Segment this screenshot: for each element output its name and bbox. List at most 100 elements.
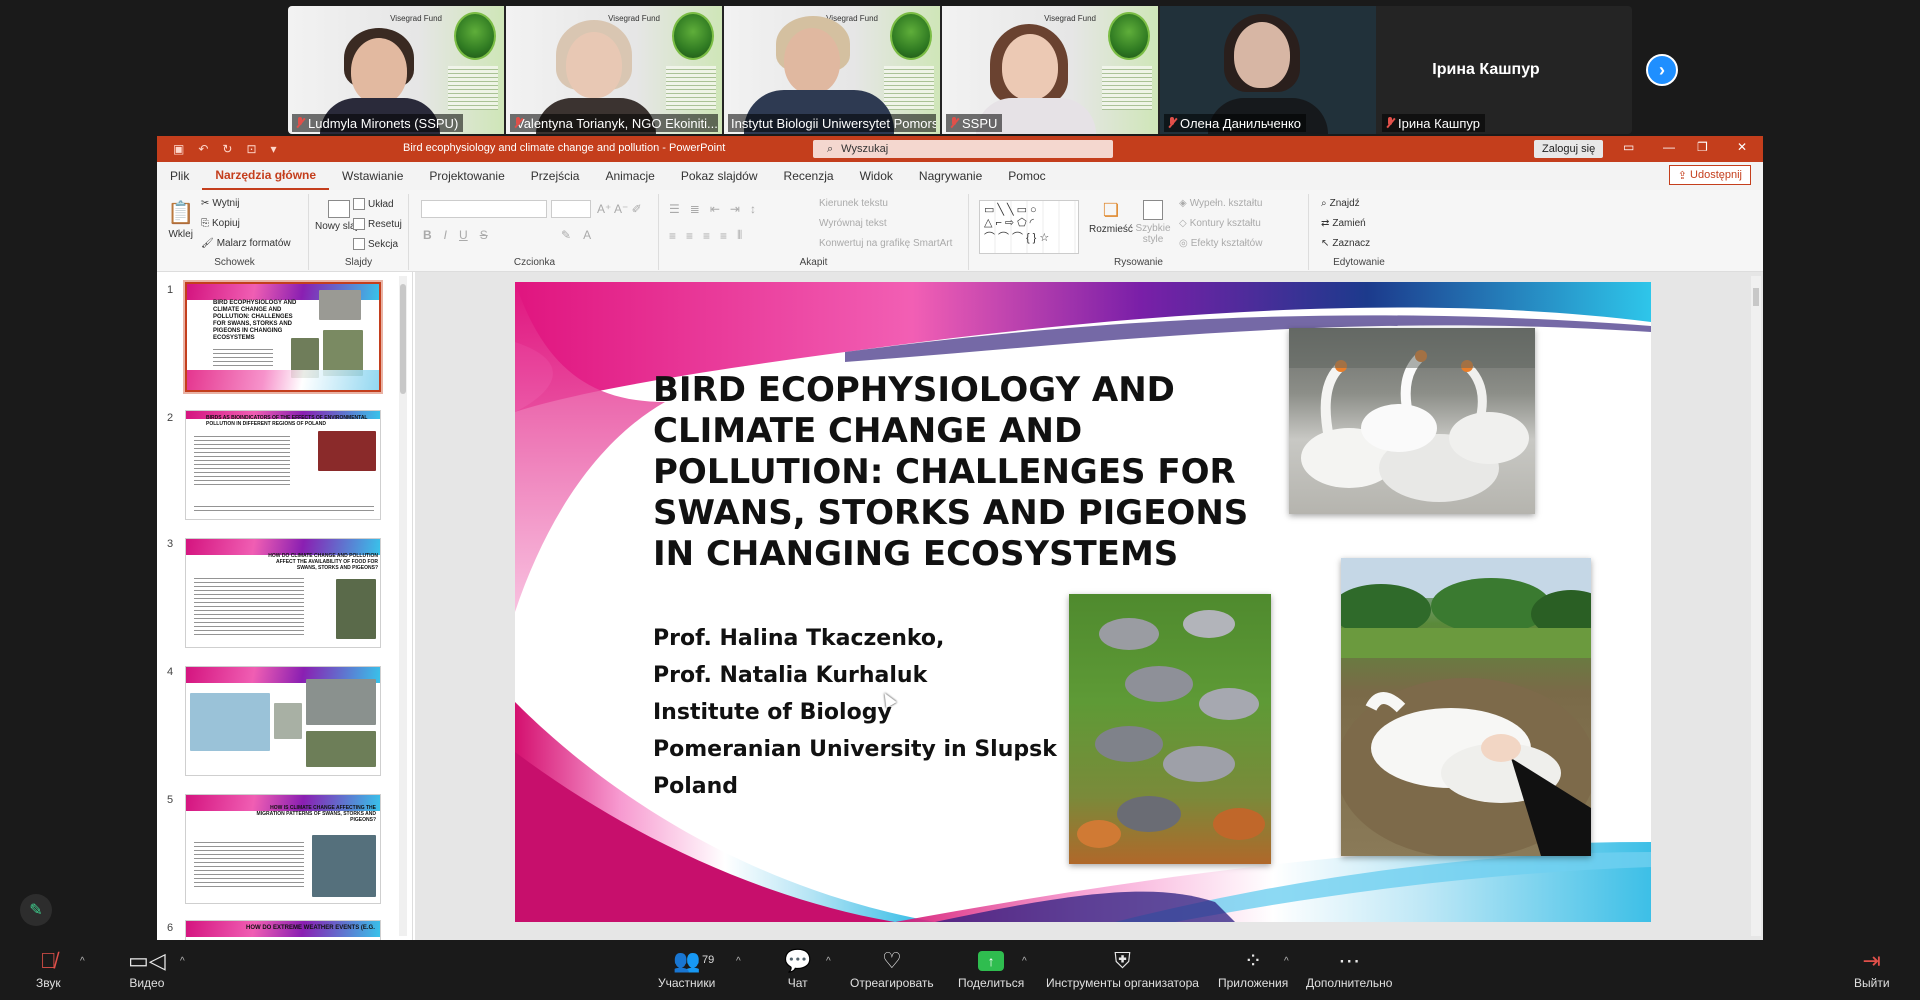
gallery-next-page-button[interactable]: › — [1646, 54, 1678, 86]
present-icon[interactable]: ⊡ — [246, 142, 256, 156]
maximize-icon[interactable]: ❐ — [1697, 140, 1708, 154]
tab-design[interactable]: Projektowanie — [416, 162, 517, 190]
bullets-icon[interactable]: ☰ — [669, 202, 680, 216]
pigeons-photo[interactable] — [1069, 594, 1271, 864]
slide-thumbnail[interactable]: HOW DO EXTREME WEATHER EVENTS (E.G. — [185, 920, 381, 940]
save-icon[interactable]: ▣ — [173, 142, 184, 156]
slide-author-line[interactable]: Prof. Halina Tkaczenko, — [653, 626, 944, 651]
host-tools-button[interactable]: ⛨ Инструменты организатора — [1046, 946, 1199, 990]
highlight-icon[interactable]: ✎ — [561, 228, 571, 242]
ribbon-display-icon[interactable]: ▭ — [1623, 140, 1634, 154]
format-painter-button[interactable]: 🖌 Malarz formatów — [201, 238, 291, 249]
tab-help[interactable]: Pomoc — [995, 162, 1058, 190]
shape-outline-button[interactable]: ◇ Kontury kształtu — [1179, 218, 1261, 229]
font-size-select[interactable] — [551, 200, 591, 218]
cut-button[interactable]: ✂ Wytnij — [201, 198, 240, 209]
chat-button[interactable]: 💬 Чат — [784, 946, 811, 990]
quick-styles-button[interactable]: Szybkie style — [1135, 200, 1171, 245]
justify-icon[interactable]: ≡ — [720, 229, 727, 243]
stork-nest-photo[interactable] — [1341, 558, 1591, 856]
layout-button[interactable]: Układ — [353, 198, 394, 210]
tab-animations[interactable]: Animacje — [592, 162, 667, 190]
participant-tile[interactable]: Visegrad Fund SSPU — [942, 6, 1158, 134]
participant-tile[interactable]: Олена Данильченко — [1160, 6, 1376, 134]
chat-options-caret-icon[interactable]: ^ — [826, 956, 831, 967]
annotate-pencil-button[interactable]: ✎ — [20, 894, 52, 926]
slide-thumbnail[interactable]: HOW IS CLIMATE CHANGE AFFECTING THE MIGR… — [185, 794, 381, 904]
replace-button[interactable]: ⇄ Zamień — [1321, 218, 1366, 229]
font-family-select[interactable] — [421, 200, 547, 218]
underline-icon[interactable]: U — [459, 228, 468, 242]
font-color-buttons[interactable]: ✎ A — [561, 228, 591, 242]
indent-icon[interactable]: ⇤ — [710, 202, 720, 216]
slide-author-line[interactable]: Prof. Natalia Kurhaluk — [653, 663, 927, 688]
tab-file[interactable]: Plik — [157, 162, 202, 190]
participant-tile-no-video[interactable]: Ірина Кашпур Ірина Кашпур — [1378, 6, 1594, 134]
slide-thumbnail[interactable]: HOW DO CLIMATE CHANGE AND POLLUTION AFFE… — [185, 538, 381, 648]
scrollbar-thumb[interactable] — [1753, 288, 1759, 306]
paste-button[interactable]: 📋 Wklej — [167, 200, 194, 240]
select-button[interactable]: ↖ Zaznacz — [1321, 238, 1370, 249]
columns-icon[interactable]: ⫴ — [737, 228, 742, 243]
copy-button[interactable]: ⎘ Kopiuj — [201, 218, 240, 229]
numbering-icon[interactable]: ≣ — [690, 202, 700, 216]
reset-button[interactable]: Resetuj — [353, 218, 402, 230]
slide-thumbnail[interactable] — [185, 666, 381, 776]
search-box[interactable]: ⌕ Wyszukaj — [813, 140, 1113, 158]
close-icon[interactable]: ✕ — [1737, 140, 1747, 154]
minimize-icon[interactable]: — — [1663, 140, 1675, 154]
tab-transitions[interactable]: Przejścia — [518, 162, 593, 190]
align-buttons[interactable]: ≡ ≡ ≡ ≡ ⫴ — [669, 228, 742, 243]
apps-options-caret-icon[interactable]: ^ — [1284, 956, 1289, 967]
align-text-button[interactable]: Wyrównaj tekst — [819, 218, 887, 229]
smartart-button[interactable]: Konwertuj na grafikę SmartArt — [819, 238, 952, 249]
customize-qat-icon[interactable]: ▾ — [271, 142, 277, 156]
share-screen-button[interactable]: ↑ Поделиться — [958, 946, 1024, 990]
audio-button[interactable]: 🎙̸ Звук — [36, 946, 61, 990]
slide-title[interactable]: Bird ecophysiology and climate change an… — [653, 370, 1273, 575]
slide-author-line[interactable]: Poland — [653, 774, 738, 799]
outdent-icon[interactable]: ⇥ — [730, 202, 740, 216]
slide-author-line[interactable]: Institute of Biology — [653, 700, 892, 725]
more-button[interactable]: ⋯ Дополнительно — [1306, 946, 1392, 990]
tab-slideshow[interactable]: Pokaz slajdów — [668, 162, 771, 190]
find-button[interactable]: ⌕ Znajdź — [1321, 198, 1360, 209]
audio-options-caret-icon[interactable]: ^ — [80, 956, 85, 967]
tab-home[interactable]: Narzędzia główne — [202, 162, 330, 190]
tab-recording[interactable]: Nagrywanie — [906, 162, 995, 190]
font-style-buttons[interactable]: BIUS — [423, 228, 488, 242]
line-spacing-icon[interactable]: ↕ — [750, 202, 756, 216]
login-button[interactable]: Zaloguj się — [1534, 140, 1604, 158]
arrange-button[interactable]: ❏ Rozmieść — [1089, 200, 1133, 235]
slide-scrollbar[interactable] — [1751, 276, 1761, 936]
apps-button[interactable]: ⁘ Приложения — [1218, 946, 1288, 990]
font-color-icon[interactable]: A — [583, 228, 591, 242]
participant-tile-active-speaker[interactable]: Visegrad Fund Instytut Biologii Uniwersy… — [724, 6, 940, 134]
tab-insert[interactable]: Wstawianie — [329, 162, 416, 190]
swans-photo[interactable] — [1289, 328, 1535, 514]
list-buttons[interactable]: ☰ ≣ ⇤ ⇥ ↕ — [669, 202, 756, 216]
shape-fill-button[interactable]: ◈ Wypełn. kształtu — [1179, 198, 1262, 209]
participant-tile[interactable]: Visegrad Fund Ludmyla Mironets (SSPU) — [288, 6, 504, 134]
align-right-icon[interactable]: ≡ — [703, 229, 710, 243]
section-button[interactable]: Sekcja — [353, 238, 398, 250]
share-options-caret-icon[interactable]: ^ — [1022, 956, 1027, 967]
tab-review[interactable]: Recenzja — [771, 162, 847, 190]
redo-icon[interactable]: ↻ — [222, 142, 232, 156]
italic-icon[interactable]: I — [444, 228, 447, 242]
leave-button[interactable]: ⇥ Выйти — [1854, 946, 1890, 990]
slide-thumbnail[interactable]: BIRD ECOPHYSIOLOGY AND CLIMATE CHANGE AN… — [183, 280, 383, 394]
bold-icon[interactable]: B — [423, 228, 432, 242]
tab-view[interactable]: Widok — [847, 162, 906, 190]
grow-font-icon[interactable]: A⁺ A⁻ ✐ — [597, 202, 642, 216]
participants-button[interactable]: 👥 Участники — [658, 946, 715, 990]
participants-options-caret-icon[interactable]: ^ — [736, 956, 741, 967]
current-slide[interactable]: Bird ecophysiology and climate change an… — [515, 282, 1651, 922]
react-button[interactable]: ♡ Отреагировать — [850, 946, 934, 990]
slide-thumbnail[interactable]: BIRDS AS BIOINDICATORS OF THE EFFECTS OF… — [185, 410, 381, 520]
slide-author-line[interactable]: Pomeranian University in Slupsk — [653, 737, 1057, 762]
thumbnails-scrollbar[interactable] — [399, 276, 407, 936]
scrollbar-thumb[interactable] — [400, 284, 406, 394]
undo-icon[interactable]: ↶ — [198, 142, 208, 156]
video-options-caret-icon[interactable]: ^ — [180, 956, 185, 967]
